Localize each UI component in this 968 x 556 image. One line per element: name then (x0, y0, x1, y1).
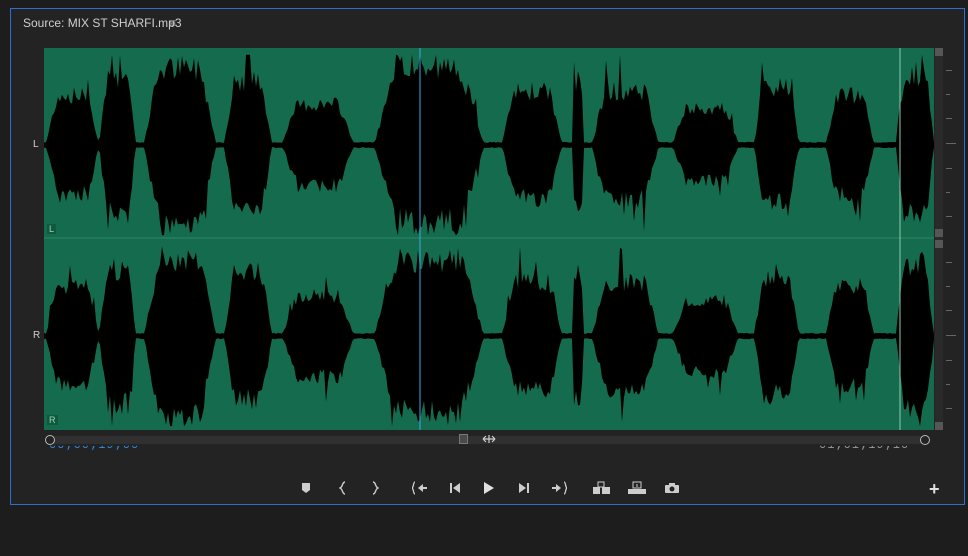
audio-waveform-display[interactable]: L R (44, 48, 934, 430)
mark-in-icon[interactable] (332, 478, 354, 498)
go-to-in-icon[interactable] (409, 478, 431, 498)
zoom-expand-icon[interactable] (482, 434, 496, 447)
right-channel-waveform (44, 246, 934, 427)
camera-icon[interactable] (661, 478, 683, 498)
zoom-handle-right[interactable] (920, 435, 930, 445)
hamburger-menu-icon[interactable]: ≡ (169, 16, 176, 30)
scroll-handle-bottom[interactable] (935, 422, 943, 430)
marker-icon[interactable] (295, 478, 317, 498)
scroll-handle-mid-bottom[interactable] (935, 240, 943, 248)
mark-out-icon[interactable] (364, 478, 386, 498)
insert-icon[interactable] (591, 478, 613, 498)
zoom-handle-left[interactable] (45, 435, 55, 445)
right-channel-inner-label: R (47, 415, 58, 425)
go-to-out-icon[interactable] (548, 478, 570, 498)
playhead-marker[interactable] (459, 434, 468, 444)
step-back-icon[interactable] (444, 478, 466, 498)
button-editor-add-icon[interactable]: + (929, 479, 940, 500)
transport-controls (11, 478, 966, 498)
panel-title[interactable]: Source: MIX ST SHARFI.mp3 (23, 16, 182, 30)
left-channel-inner-label: L (47, 224, 57, 234)
amplitude-ruler (946, 48, 958, 430)
source-monitor-panel: Source: MIX ST SHARFI.mp3 ≡ L R L R 00;0… (10, 8, 965, 505)
right-channel-label: R (33, 330, 41, 341)
scroll-handle-top[interactable] (935, 48, 943, 56)
left-channel-label: L (33, 139, 39, 150)
waveform-svg (44, 48, 934, 430)
play-icon[interactable] (478, 478, 500, 498)
overwrite-icon[interactable] (626, 478, 648, 498)
left-channel-waveform (44, 54, 934, 236)
step-forward-icon[interactable] (513, 478, 535, 498)
scroll-handle-mid-top[interactable] (935, 229, 943, 237)
vertical-zoom-scrollbar[interactable] (935, 48, 943, 430)
